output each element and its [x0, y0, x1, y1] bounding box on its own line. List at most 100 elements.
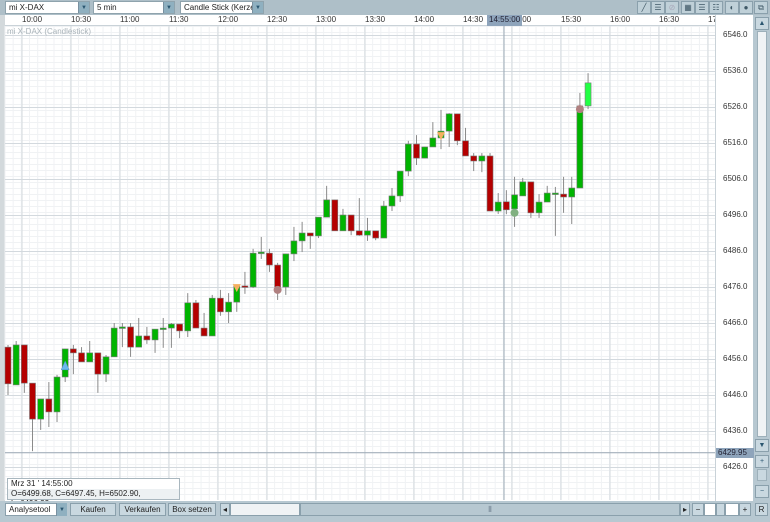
- candle-down: [454, 113, 461, 142]
- candle-up: [135, 335, 143, 348]
- candle-down: [413, 143, 420, 159]
- sell-button[interactable]: Verkaufen: [119, 503, 166, 516]
- candle-down: [217, 297, 224, 313]
- candle-down: [356, 230, 363, 236]
- set-box-button[interactable]: Box setzen: [168, 503, 216, 516]
- candle-down: [331, 199, 339, 232]
- info-date: Mrz 31 ' 14:55:00: [11, 479, 73, 488]
- candle-down: [503, 201, 510, 211]
- candle-up: [159, 327, 167, 330]
- horizontal-scroll-thumb[interactable]: [230, 503, 300, 516]
- candle-up: [12, 344, 20, 386]
- candle-up: [494, 201, 502, 212]
- candle-up: [290, 240, 298, 255]
- candle-down: [94, 352, 102, 375]
- candle-down: [192, 302, 200, 329]
- analysis-tool-select[interactable]: Analysetool ▼: [5, 503, 67, 516]
- vertical-scrollbar[interactable]: ▲ ▼ + −: [754, 15, 770, 501]
- candle-down: [70, 348, 77, 354]
- candle-up: [119, 326, 126, 329]
- candle-up: [535, 201, 543, 214]
- candle-down: [462, 140, 469, 157]
- candle-up: [380, 205, 388, 239]
- signal-circle-marker: [510, 208, 519, 217]
- candle-up: [511, 194, 518, 210]
- price-zoom-slider[interactable]: [757, 469, 767, 481]
- candle-up: [168, 323, 175, 329]
- candle-up: [208, 297, 216, 337]
- candle-up: [396, 170, 404, 197]
- candle-up: [257, 251, 265, 254]
- zoom-out-price-button[interactable]: −: [755, 485, 769, 498]
- candle-up: [388, 195, 396, 207]
- candle-up: [576, 105, 584, 189]
- candle-up: [478, 155, 486, 162]
- candle-down: [78, 352, 85, 363]
- candlestick-chart[interactable]: [0, 0, 770, 522]
- candle-up: [552, 192, 559, 195]
- candle-up: [102, 356, 110, 375]
- candle-up: [568, 187, 576, 198]
- chart-title: mi X-DAX (Candlestick): [7, 27, 92, 36]
- candle-down: [29, 382, 36, 420]
- info-ohlc: O=6499.68, C=6497.45, H=6502.90, L=6496.…: [8, 489, 179, 508]
- candle-up: [543, 192, 551, 203]
- candle-up: [364, 230, 371, 236]
- candle-up: [315, 216, 322, 237]
- signal-circle-marker: [575, 105, 584, 114]
- candle-down: [347, 214, 355, 232]
- candle-down: [21, 344, 28, 384]
- candle-down: [200, 327, 208, 337]
- buy-button[interactable]: Kaufen: [70, 503, 116, 516]
- candle-up: [519, 181, 527, 197]
- candle-up: [429, 137, 437, 148]
- candle-up: [86, 352, 93, 363]
- candle-up: [282, 253, 290, 288]
- candle-down: [372, 230, 379, 239]
- chevron-down-icon[interactable]: ▼: [56, 503, 67, 516]
- candle-up: [53, 376, 61, 413]
- candle-down: [560, 193, 567, 198]
- scroll-left-icon[interactable]: ◂: [220, 503, 230, 516]
- analysis-tool-value: Analysetool: [9, 505, 51, 514]
- scroll-up-icon[interactable]: ▲: [755, 17, 769, 30]
- reset-button[interactable]: R: [755, 503, 768, 516]
- time-zoom-field[interactable]: [704, 503, 716, 516]
- zoom-out-time-button[interactable]: −: [692, 503, 704, 516]
- candle-down: [241, 285, 249, 288]
- candle-down: [470, 155, 477, 162]
- scroll-right-icon[interactable]: ▸: [680, 503, 690, 516]
- candle-up: [37, 398, 44, 420]
- scroll-track[interactable]: [757, 31, 767, 437]
- candle-down: [306, 232, 314, 237]
- candle-up: [249, 252, 257, 288]
- bottom-toolbar: Analysetool ▼ Kaufen Verkaufen Box setzen…: [0, 501, 770, 522]
- zoom-in-price-button[interactable]: +: [755, 455, 769, 468]
- zoom-in-time-button[interactable]: +: [739, 503, 751, 516]
- candle-up: [584, 82, 592, 107]
- candle-up: [323, 199, 330, 218]
- candle-down: [266, 252, 273, 266]
- candle-down: [45, 398, 53, 413]
- candle-up: [184, 302, 192, 332]
- time-zoom-field-2[interactable]: [725, 503, 739, 516]
- candle-up: [151, 328, 159, 341]
- candle-up: [445, 113, 453, 132]
- candle-up: [339, 214, 347, 232]
- time-zoom-slider[interactable]: [716, 503, 725, 516]
- scroll-down-icon[interactable]: ▼: [755, 439, 769, 452]
- horizontal-scroll-track[interactable]: ⦀: [300, 503, 680, 516]
- candle-down: [274, 264, 281, 288]
- candle-down: [4, 346, 12, 385]
- candle-down: [527, 181, 535, 214]
- candle-down: [176, 323, 183, 332]
- signal-circle-marker: [273, 285, 282, 294]
- candle-down: [143, 335, 151, 341]
- candle-up: [405, 143, 412, 172]
- candle-up: [110, 327, 118, 358]
- candle-down: [127, 326, 134, 348]
- candle-down: [486, 155, 494, 212]
- candle-up: [225, 301, 232, 313]
- candle-up: [421, 146, 428, 159]
- candle-up: [298, 232, 306, 242]
